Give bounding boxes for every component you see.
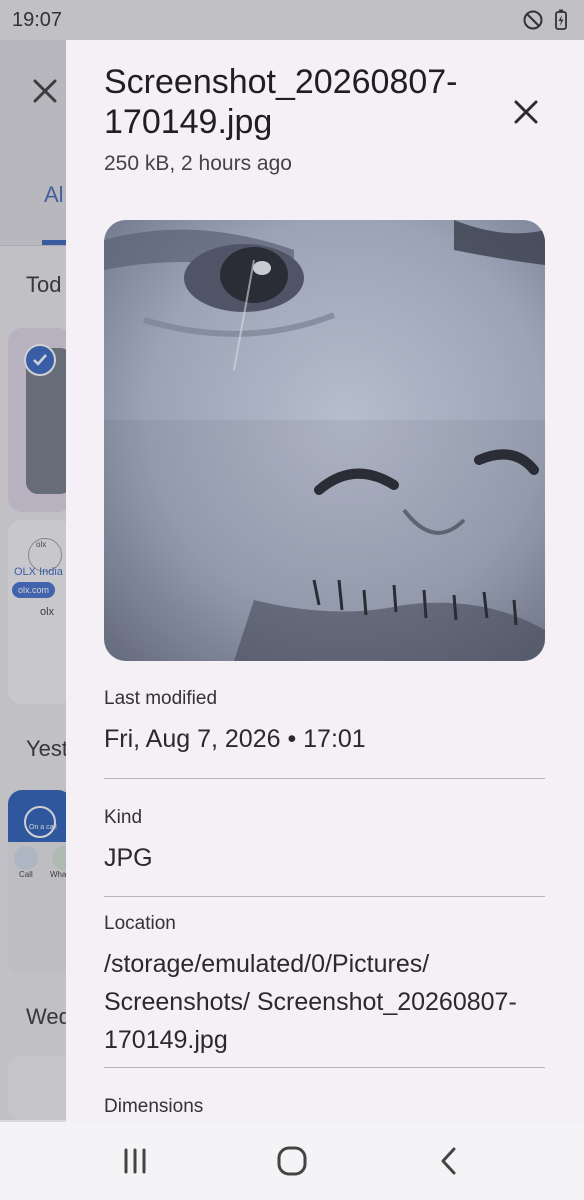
image-preview-picture <box>104 220 545 661</box>
navigation-bar <box>0 1122 584 1200</box>
status-bar: 19:07 <box>0 0 584 40</box>
status-icons <box>522 9 568 31</box>
close-icon[interactable] <box>508 94 544 130</box>
recents-button[interactable] <box>110 1136 160 1186</box>
status-time: 19:07 <box>12 8 63 31</box>
divider <box>104 896 545 897</box>
recents-icon <box>124 1148 146 1174</box>
divider <box>104 778 545 779</box>
detail-label: Last modified <box>104 688 218 709</box>
detail-label: Kind <box>104 807 143 828</box>
detail-kind: Kind JPG <box>104 807 545 877</box>
detail-dimensions: Dimensions <box>104 1096 545 1118</box>
image-preview[interactable] <box>104 220 545 661</box>
file-size-and-age: 250 kB, 2 hours ago <box>104 152 292 175</box>
screen: Al Tod olx OLX India olx.com olx Yest On… <box>0 0 584 1200</box>
detail-value[interactable]: /storage/emulated/0/Pictures/ Screenshot… <box>104 945 545 1059</box>
back-icon <box>441 1147 456 1175</box>
do-not-disturb-icon <box>523 10 543 30</box>
file-details-panel: Screenshot_20260807-170149.jpg 250 kB, 2… <box>66 40 584 1122</box>
detail-label: Location <box>104 913 176 934</box>
detail-last-modified: Last modified Fri, Aug 7, 2026 • 17:01 <box>104 688 545 758</box>
detail-location: Location /storage/emulated/0/Pictures/ S… <box>104 913 545 1059</box>
detail-value: JPG <box>104 844 153 872</box>
home-button[interactable] <box>267 1136 317 1186</box>
divider <box>104 1067 545 1068</box>
battery-charging-icon <box>555 9 567 30</box>
file-name-title: Screenshot_20260807-170149.jpg <box>104 63 458 141</box>
detail-value: Fri, Aug 7, 2026 • 17:01 <box>104 725 366 753</box>
back-button[interactable] <box>424 1136 474 1186</box>
home-icon <box>277 1146 307 1176</box>
detail-label: Dimensions <box>104 1096 204 1117</box>
